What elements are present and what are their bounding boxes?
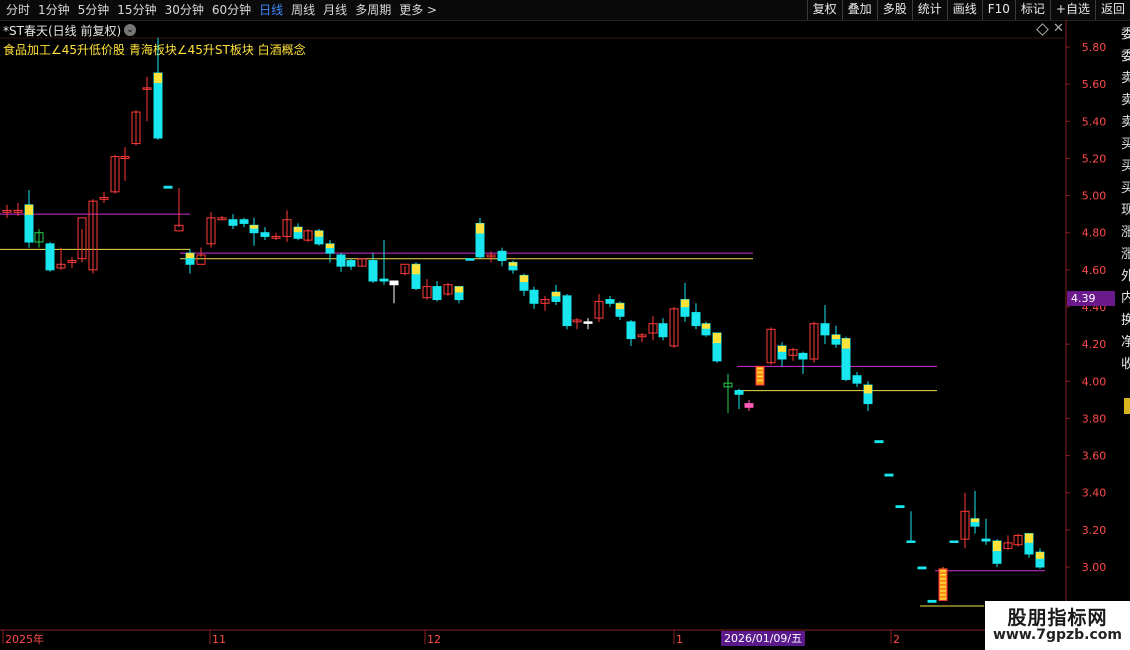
candle-highlight (154, 73, 162, 83)
x-tick-label: 2025年 (5, 632, 44, 646)
x-tick-label: 12 (427, 633, 441, 646)
candle-body (336, 254, 346, 267)
candlestick-chart[interactable]: 5.805.605.405.205.004.804.604.404.204.00… (0, 0, 1130, 650)
candle-highlight (25, 204, 33, 215)
candle-body (529, 289, 539, 304)
current-price-tag: 4.39 (1067, 291, 1115, 306)
candle-highlight (971, 518, 979, 523)
candle-body (938, 568, 948, 601)
y-tick-label: 5.00 (1082, 190, 1107, 203)
candle-body (163, 185, 173, 189)
candle-body (239, 219, 249, 224)
y-tick-label: 4.20 (1082, 338, 1107, 351)
x-tick-label: 1 (676, 633, 683, 646)
candle-body (228, 219, 238, 226)
candle-body (734, 390, 744, 395)
candle-body (562, 295, 572, 327)
candle-body (949, 540, 959, 543)
x-tick-label: 11 (212, 633, 226, 646)
candle-body (884, 473, 894, 477)
candle-body (368, 260, 378, 282)
candle-highlight (520, 275, 528, 283)
side-panel-edge: 委委卖卖卖买买买现涨涨外内换净收 (1121, 27, 1130, 372)
candle-highlight (1036, 552, 1044, 559)
y-tick-label: 3.80 (1082, 412, 1107, 425)
y-tick-label: 5.20 (1082, 152, 1107, 165)
y-tick-label: 3.40 (1082, 487, 1107, 500)
candle-body (852, 375, 862, 384)
candle-body (820, 323, 830, 336)
y-tick-label: 3.00 (1082, 561, 1107, 574)
candle-highlight (616, 303, 624, 310)
candle-highlight (1025, 533, 1033, 543)
candle-highlight (864, 385, 872, 394)
candle-highlight (509, 262, 517, 266)
y-tick-label: 4.80 (1082, 227, 1107, 240)
watermark-title: 股朋指标网 (1007, 607, 1108, 629)
candle-highlight (476, 223, 484, 234)
candle-highlight (702, 323, 710, 329)
y-tick-label: 4.00 (1082, 375, 1107, 388)
candle-body (432, 286, 442, 301)
y-tick-label: 5.60 (1082, 78, 1107, 91)
y-tick-label: 4.60 (1082, 264, 1107, 277)
candle-highlight (713, 333, 721, 343)
candle-body (583, 321, 593, 324)
candle-highlight (552, 292, 560, 297)
candle-body (497, 250, 507, 262)
candle-highlight (832, 334, 840, 340)
candle-highlight (681, 299, 689, 308)
y-tick-label: 3.60 (1082, 450, 1107, 463)
candle-highlight (455, 286, 463, 293)
cursor-date-tag: 2026/01/09/五 (721, 631, 806, 646)
candle-highlight (186, 253, 194, 259)
watermark-logo: 股朋指标网 www.7gpzb.com (985, 601, 1130, 650)
candle-highlight (326, 243, 334, 249)
candle-body (465, 258, 475, 261)
candle-highlight (250, 225, 258, 229)
candle-body (658, 323, 668, 338)
candle-body (744, 403, 754, 408)
candle-body (927, 599, 937, 603)
candle-body (626, 321, 636, 340)
candle-body (917, 566, 927, 570)
candle-highlight (993, 541, 1001, 551)
candle-body (389, 280, 399, 286)
y-tick-label: 5.40 (1082, 115, 1107, 128)
candle-body (346, 260, 356, 267)
y-tick-label: 3.20 (1082, 524, 1107, 537)
watermark-url: www.7gpzb.com (992, 627, 1122, 643)
candle-body (260, 232, 270, 237)
x-tick-label: 2 (893, 633, 900, 646)
candle-body (605, 299, 615, 304)
side-highlight (1124, 398, 1130, 414)
candle-body (798, 352, 808, 360)
candle-highlight (412, 264, 420, 275)
candle-body (874, 440, 884, 444)
candle-body (691, 312, 701, 327)
candle-body (45, 243, 55, 271)
candle-highlight (778, 346, 786, 352)
candle-highlight (315, 230, 323, 237)
y-tick-label: 5.80 (1082, 41, 1107, 54)
candle-highlight (294, 227, 302, 233)
candle-body (906, 540, 916, 543)
candle-body (981, 538, 991, 542)
candle-body (379, 278, 389, 282)
candle-highlight (842, 338, 850, 349)
candle-body (895, 505, 905, 509)
